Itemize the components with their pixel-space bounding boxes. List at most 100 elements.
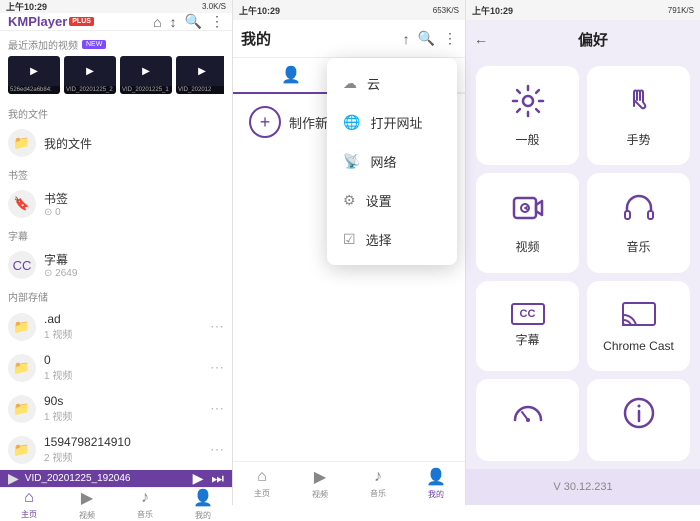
subtitles-icon: CC [8, 251, 36, 279]
top-bar-1: KMPlayer PLUS ⌂ ↕ 🔍 ⋮ [0, 13, 232, 31]
pref-card-general[interactable]: 一般 [476, 66, 579, 165]
thumb-4[interactable]: ▶ VID_202012 [176, 56, 224, 94]
player-controls: ▶ ⏭ [193, 470, 224, 487]
mine-nav-icon-2: 👤 [426, 467, 446, 487]
select-icon: ☑ [343, 231, 356, 248]
pref-general-label: 一般 [515, 131, 539, 148]
storage-title-ad: .ad [44, 312, 202, 326]
more-icon-0[interactable]: ⋯ [210, 359, 224, 376]
nav-mine-label-2: 我的 [428, 489, 444, 500]
bottom-nav-1: ⌂ 主页 ▶ 视频 ♪ 音乐 👤 我的 [0, 487, 232, 521]
more-icon-2[interactable]: ⋮ [443, 30, 457, 47]
pref-card-chromecast[interactable]: Chrome Cast [587, 281, 690, 371]
panel-prefs: 上午10:29 791K/S ← 偏好 一般 手势 [466, 0, 700, 505]
dropdown-settings[interactable]: ⚙ 设置 [327, 181, 457, 220]
dropdown-cloud[interactable]: ☁ 云 [327, 64, 457, 103]
status-icons-3: 791K/S [668, 6, 694, 15]
status-icons-1: 3.0K/S [202, 2, 226, 11]
my-files-title: 我的文件 [44, 135, 224, 152]
sort-icon[interactable]: ↕ [170, 14, 177, 30]
bookmarks-sub: ⊙ 0 [44, 207, 224, 218]
mine-nav-icon-1: 👤 [193, 488, 213, 508]
more-icon-1[interactable]: ⋮ [210, 13, 224, 30]
version-text: V 30.12.231 [553, 481, 612, 493]
thumb-3[interactable]: ▶ VID_20201225_1 [120, 56, 172, 94]
bottom-player: ▶ VID_20201225_192046 ▶ ⏭ [0, 470, 232, 487]
home-icon[interactable]: ⌂ [153, 14, 161, 30]
pref-card-music[interactable]: 音乐 [587, 173, 690, 272]
thumb-label-3: VID_20201225_1 [120, 86, 172, 94]
subtitles-item[interactable]: CC 字幕 ⊙ 2649 [0, 245, 232, 285]
back-btn[interactable]: ← [474, 31, 488, 47]
info-icon [622, 396, 656, 437]
home-nav-icon-1: ⌂ [24, 489, 34, 507]
thumb-1[interactable]: ▶ 526ed42a6b84: [8, 56, 60, 94]
storage-sub-0: 1 视频 [44, 367, 202, 382]
pref-card-speed[interactable] [476, 379, 579, 461]
pref-chromecast-label: Chrome Cast [603, 339, 674, 353]
panel-home: 上午10:29 3.0K/S KMPlayer PLUS ⌂ ↕ 🔍 ⋮ 最近添… [0, 0, 233, 505]
network-icon: 📡 [343, 153, 360, 170]
storage-info-ts: 1594798214910 2 视频 [44, 435, 202, 464]
dropdown-menu: ☁ 云 🌐 打开网址 📡 网络 ⚙ 设置 ☑ 选择 [327, 58, 457, 265]
top-bar-icons-1: ⌂ ↕ 🔍 ⋮ [153, 13, 224, 30]
kmplayer-logo: KMPlayer PLUS [8, 14, 94, 29]
storage-item-0[interactable]: 📁 0 1 视频 ⋯ [0, 347, 232, 388]
thumb-icon-1: ▶ [8, 56, 60, 86]
storage-item-ad[interactable]: 📁 .ad 1 视频 ⋯ [0, 306, 232, 347]
video-nav-icon-1: ▶ [81, 488, 93, 508]
pref-card-video[interactable]: 视频 [476, 173, 579, 272]
more-icon-90s[interactable]: ⋯ [210, 400, 224, 417]
folder-icon-ts: 📁 [8, 436, 36, 464]
storage-info-90s: 90s 1 视频 [44, 394, 202, 423]
subtitles-title: 字幕 [44, 251, 224, 268]
bookmarks-item[interactable]: 🔖 书签 ⊙ 0 [0, 184, 232, 224]
bookmarks-title: 书签 [44, 190, 224, 207]
search-icon-2[interactable]: 🔍 [418, 30, 435, 47]
subtitles-divider: 字幕 [0, 224, 232, 245]
music-nav-icon-2: ♪ [374, 468, 382, 486]
bookmarks-icon: 🔖 [8, 190, 36, 218]
status-bar-1: 上午10:29 3.0K/S [0, 0, 232, 13]
time-1: 上午10:29 [6, 0, 47, 13]
status-bar-2: 上午10:29 653K/S [233, 0, 465, 20]
home-nav-icon-2: ⌂ [257, 468, 267, 486]
subtitles-sub: ⊙ 2649 [44, 268, 224, 279]
storage-sub-90s: 1 视频 [44, 408, 202, 423]
time-2: 上午10:29 [239, 4, 280, 17]
nav-video-label-2: 视频 [312, 489, 328, 500]
next-btn[interactable]: ⏭ [211, 470, 224, 487]
more-icon-ts[interactable]: ⋯ [210, 441, 224, 458]
plus-circle-icon: + [249, 106, 281, 138]
storage-item-90s[interactable]: 📁 90s 1 视频 ⋯ [0, 388, 232, 429]
dropdown-network[interactable]: 📡 网络 [327, 142, 457, 181]
sort-icon-2[interactable]: ↑ [403, 31, 410, 47]
storage-sub-ad: 1 视频 [44, 326, 202, 341]
my-files-info: 我的文件 [44, 135, 224, 152]
pref-card-gesture[interactable]: 手势 [587, 66, 690, 165]
folder-icon-90s: 📁 [8, 395, 36, 423]
nav-mine-2[interactable]: 👤 我的 [407, 462, 465, 505]
nav-home-2[interactable]: ⌂ 主页 [233, 462, 291, 505]
thumb-2[interactable]: ▶ VID_20201225_2 [64, 56, 116, 94]
top-bar-2: 我的 ↑ 🔍 ⋮ [233, 20, 465, 58]
dropdown-select-label: 选择 [366, 230, 392, 249]
gesture-icon [622, 84, 656, 125]
thumb-label-2: VID_20201225_2 [64, 86, 116, 94]
nav-mine-label-1: 我的 [195, 510, 211, 521]
pref-card-subtitle[interactable]: CC 字幕 [476, 281, 579, 371]
search-icon-1[interactable]: 🔍 [185, 13, 202, 30]
dropdown-url[interactable]: 🌐 打开网址 [327, 103, 457, 142]
nav-video-2[interactable]: ▶ 视频 [291, 462, 349, 505]
storage-item-ts[interactable]: 📁 1594798214910 2 视频 ⋯ [0, 429, 232, 470]
storage-sub-ts: 2 视频 [44, 449, 202, 464]
my-files-item[interactable]: 📁 我的文件 [0, 123, 232, 163]
dropdown-select[interactable]: ☑ 选择 [327, 220, 457, 259]
more-icon-ad[interactable]: ⋯ [210, 318, 224, 335]
mine-title: 我的 [241, 28, 271, 49]
player-title: VID_20201225_192046 [25, 473, 187, 484]
status-icons-2: 653K/S [433, 6, 459, 15]
play-btn[interactable]: ▶ [193, 470, 204, 487]
nav-music-2[interactable]: ♪ 音乐 [349, 462, 407, 505]
pref-card-info[interactable] [587, 379, 690, 461]
